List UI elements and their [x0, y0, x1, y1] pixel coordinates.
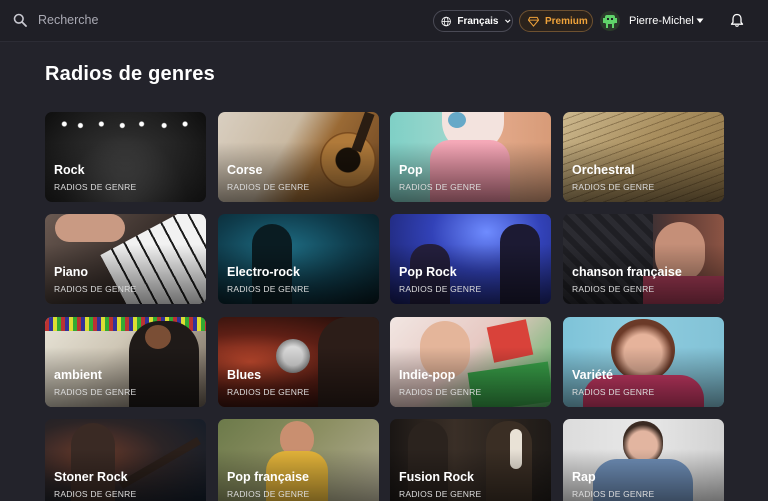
- chevron-down-icon[interactable]: [696, 18, 704, 24]
- genre-tile-orchestral[interactable]: Orchestral RADIOS DE GENRE: [563, 112, 724, 202]
- user-name[interactable]: Pierre-Michel: [629, 15, 694, 27]
- genre-subtitle: RADIOS DE GENRE: [572, 182, 655, 192]
- genre-tile-rock[interactable]: Rock RADIOS DE GENRE: [45, 112, 206, 202]
- genre-subtitle: RADIOS DE GENRE: [572, 489, 655, 499]
- genre-name: Pop française: [227, 470, 309, 484]
- genre-name: ambient: [54, 368, 102, 382]
- avatar-icon[interactable]: [600, 11, 620, 31]
- language-label: Français: [457, 15, 499, 27]
- genre-name: Rock: [54, 163, 85, 177]
- genre-subtitle: RADIOS DE GENRE: [227, 284, 310, 294]
- globe-icon: [441, 16, 451, 26]
- genre-tile-piano[interactable]: Piano RADIOS DE GENRE: [45, 214, 206, 304]
- genre-name: Indie-pop: [399, 368, 456, 382]
- genre-name: Electro-rock: [227, 265, 300, 279]
- genre-subtitle: RADIOS DE GENRE: [399, 284, 482, 294]
- genre-tile-electro-rock[interactable]: Electro-rock RADIOS DE GENRE: [218, 214, 379, 304]
- chevron-down-icon: [505, 19, 511, 24]
- gem-icon: [528, 16, 539, 27]
- genre-subtitle: RADIOS DE GENRE: [227, 182, 310, 192]
- genre-tile-corse[interactable]: Corse RADIOS DE GENRE: [218, 112, 379, 202]
- page-title: Radios de genres: [45, 63, 215, 85]
- premium-label: Premium: [545, 15, 588, 27]
- genre-subtitle: RADIOS DE GENRE: [399, 489, 482, 499]
- genre-name: chanson française: [572, 265, 682, 279]
- genre-name: Pop: [399, 163, 423, 177]
- top-bar: Recherche Français Premium Pierre-Michel: [0, 0, 768, 42]
- genre-subtitle: RADIOS DE GENRE: [572, 284, 655, 294]
- stage-lights: [45, 112, 206, 142]
- genre-subtitle: RADIOS DE GENRE: [54, 182, 137, 192]
- language-selector[interactable]: Français: [433, 10, 513, 32]
- genre-subtitle: RADIOS DE GENRE: [227, 387, 310, 397]
- genre-tile-indie-pop[interactable]: Indie-pop RADIOS DE GENRE: [390, 317, 551, 407]
- genre-name: Pop Rock: [399, 265, 457, 279]
- genre-tile-pop-rock[interactable]: Pop Rock RADIOS DE GENRE: [390, 214, 551, 304]
- genre-name: Variété: [572, 368, 614, 382]
- genre-tile-pop-francaise[interactable]: Pop française RADIOS DE GENRE: [218, 419, 379, 501]
- bell-icon[interactable]: [730, 13, 744, 28]
- genre-name: Piano: [54, 265, 89, 279]
- genre-subtitle: RADIOS DE GENRE: [54, 284, 137, 294]
- genre-subtitle: RADIOS DE GENRE: [227, 489, 310, 499]
- genre-subtitle: RADIOS DE GENRE: [54, 489, 137, 499]
- genre-name: Stoner Rock: [54, 470, 128, 484]
- genre-name: Blues: [227, 368, 262, 382]
- genre-tile-chanson-francaise[interactable]: chanson française RADIOS DE GENRE: [563, 214, 724, 304]
- genre-tile-ambient[interactable]: ambient RADIOS DE GENRE: [45, 317, 206, 407]
- premium-button[interactable]: Premium: [519, 10, 593, 32]
- genre-name: Orchestral: [572, 163, 635, 177]
- genre-subtitle: RADIOS DE GENRE: [572, 387, 655, 397]
- genre-name: Fusion Rock: [399, 470, 475, 484]
- genre-name: Rap: [572, 470, 596, 484]
- genre-subtitle: RADIOS DE GENRE: [399, 387, 482, 397]
- genre-subtitle: RADIOS DE GENRE: [54, 387, 137, 397]
- search-icon[interactable]: [13, 13, 27, 27]
- genre-tile-variete[interactable]: Variété RADIOS DE GENRE: [563, 317, 724, 407]
- genre-name: Corse: [227, 163, 263, 177]
- genre-tile-fusion-rock[interactable]: Fusion Rock RADIOS DE GENRE: [390, 419, 551, 501]
- genre-tile-rap[interactable]: Rap RADIOS DE GENRE: [563, 419, 724, 501]
- genre-tile-blues[interactable]: Blues RADIOS DE GENRE: [218, 317, 379, 407]
- search-input[interactable]: Recherche: [38, 13, 98, 27]
- genre-subtitle: RADIOS DE GENRE: [399, 182, 482, 192]
- genre-tile-pop[interactable]: Pop RADIOS DE GENRE: [390, 112, 551, 202]
- genre-tile-stoner-rock[interactable]: Stoner Rock RADIOS DE GENRE: [45, 419, 206, 501]
